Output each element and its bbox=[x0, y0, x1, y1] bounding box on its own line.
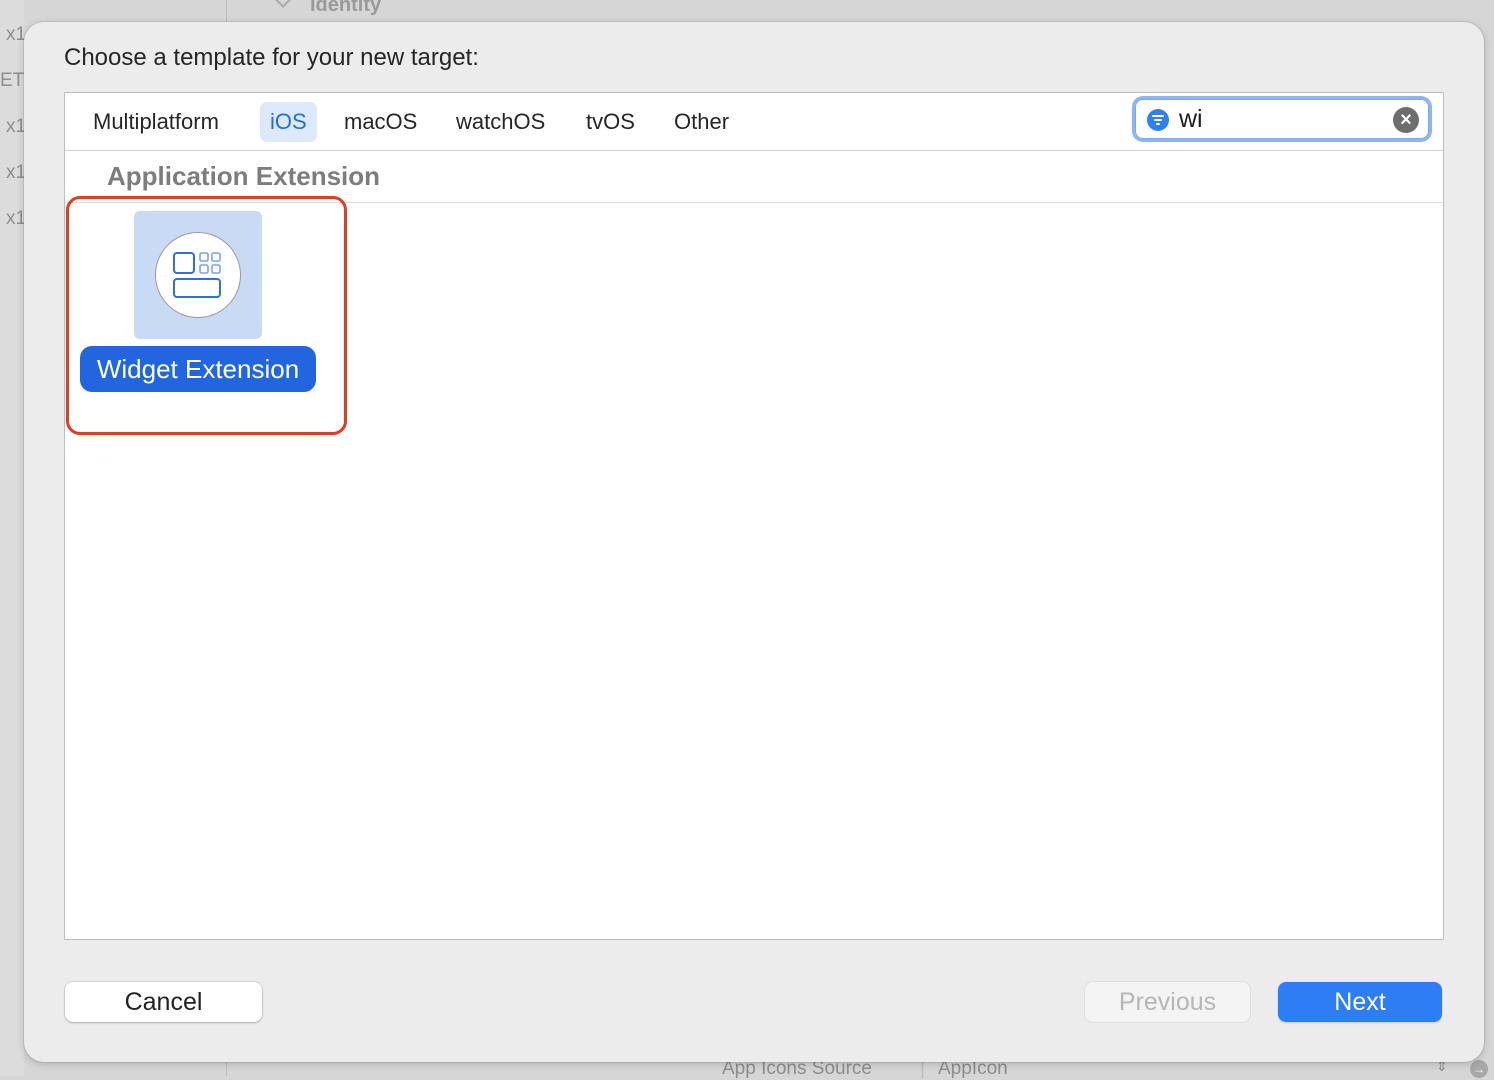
search-field[interactable]: wi × bbox=[1135, 99, 1429, 139]
tab-other[interactable]: Other bbox=[664, 102, 739, 142]
background-divider bbox=[226, 0, 227, 22]
clear-icon[interactable]: × bbox=[1393, 107, 1419, 133]
background-sidebar: x1 ET x1 x1 x1 bbox=[0, 0, 26, 1076]
background-sidebar-item: ET bbox=[0, 70, 25, 91]
sheet-title: Choose a template for your new target: bbox=[64, 44, 479, 71]
next-button[interactable]: Next bbox=[1278, 982, 1442, 1022]
filter-icon[interactable] bbox=[1147, 109, 1169, 131]
template-chooser-sheet: Choose a template for your new target: M… bbox=[24, 22, 1484, 1062]
tab-watchos[interactable]: watchOS bbox=[446, 102, 555, 142]
chevron-down-icon bbox=[273, 0, 293, 8]
inspector-heading-label: Identity bbox=[310, 0, 382, 16]
tab-multiplatform[interactable]: Multiplatform bbox=[83, 102, 229, 142]
background-inspector-heading: Identity bbox=[273, 0, 382, 17]
tab-macos[interactable]: macOS bbox=[334, 102, 427, 142]
arrow-right-icon: → bbox=[1470, 1060, 1488, 1078]
search-input[interactable]: wi bbox=[1179, 103, 1203, 135]
cancel-button[interactable]: Cancel bbox=[65, 982, 262, 1022]
section-title: Application Extension bbox=[107, 161, 381, 191]
background-divider bbox=[226, 1062, 227, 1076]
tab-ios[interactable]: iOS bbox=[260, 102, 317, 142]
previous-button[interactable]: Previous bbox=[1085, 982, 1250, 1022]
highlight-outline bbox=[66, 196, 347, 435]
tab-tvos[interactable]: tvOS bbox=[576, 102, 645, 142]
platform-tab-bar: Multiplatform iOS macOS watchOS tvOS Oth… bbox=[65, 93, 1443, 151]
